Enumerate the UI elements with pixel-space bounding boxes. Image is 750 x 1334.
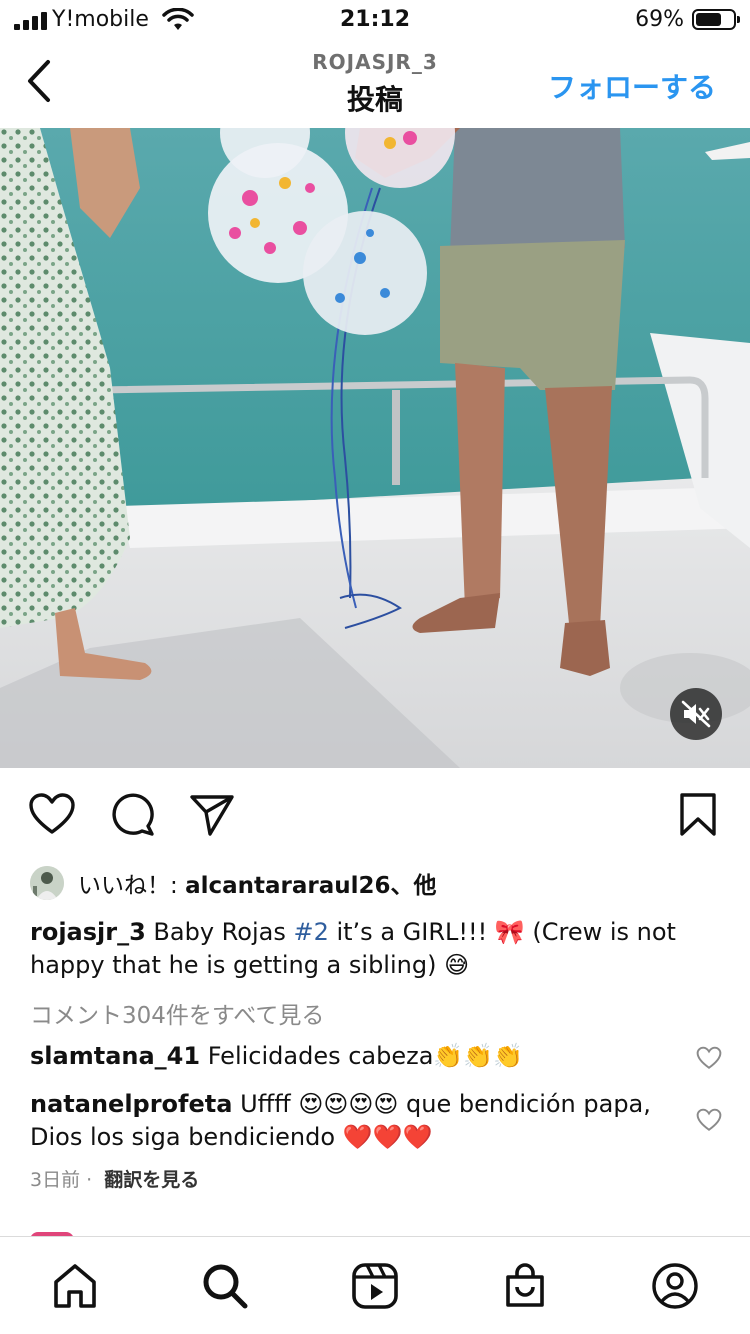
liker-avatar[interactable] — [30, 866, 64, 900]
video-frame — [0, 128, 750, 768]
likes-prefix: いいね！: — [78, 873, 186, 899]
mute-toggle[interactable] — [670, 688, 722, 740]
profile-icon[interactable] — [650, 1261, 700, 1311]
caption-username[interactable]: rojasjr_3 — [30, 918, 146, 946]
speaker-muted-icon — [681, 700, 711, 728]
reels-icon[interactable] — [350, 1261, 400, 1311]
action-bar — [0, 786, 750, 846]
view-all-comments-link[interactable]: コメント304件をすべて見る — [30, 996, 324, 1030]
comment-text: Felicidades cabeza👏👏👏 — [200, 1042, 524, 1070]
comment-item: natanelprofeta Uffff 😍😍😍😍 que bendición … — [30, 1088, 680, 1154]
follow-button[interactable]: フォローする — [548, 66, 716, 106]
battery-icon — [692, 9, 740, 30]
likes-others[interactable]: 、他 — [391, 873, 437, 899]
comment-like-heart-icon[interactable] — [696, 1108, 722, 1132]
post-video[interactable] — [0, 128, 750, 768]
home-icon[interactable] — [50, 1261, 100, 1311]
battery-percent: 69% — [635, 7, 684, 32]
send-icon[interactable] — [188, 792, 236, 838]
heart-icon[interactable] — [28, 792, 76, 836]
likes-summary[interactable]: いいね！: alcantararaul26、他 — [30, 866, 437, 900]
status-bar: Y!mobile 21:12 69% — [0, 0, 750, 40]
search-icon[interactable] — [200, 1261, 250, 1311]
post-header: ROJASJR_3 投稿 フォローする — [0, 40, 750, 128]
likes-text: いいね！: alcantararaul26、他 — [78, 866, 437, 900]
post-caption: rojasjr_3 Baby Rojas #2 it’s a GIRL!!! 🎀… — [30, 916, 730, 982]
post-age: 3日前 — [30, 1169, 81, 1191]
battery-fill — [696, 13, 721, 26]
comment-icon[interactable] — [108, 792, 156, 838]
post-meta: 3日前 · 翻訳を見る — [30, 1165, 199, 1192]
translate-link[interactable]: 翻訳を見る — [104, 1169, 199, 1191]
comment-username[interactable]: slamtana_41 — [30, 1042, 200, 1070]
liker-username[interactable]: alcantararaul26 — [185, 873, 390, 899]
caption-hashtag[interactable]: #2 — [293, 918, 328, 946]
bookmark-icon[interactable] — [678, 792, 718, 838]
shop-icon[interactable] — [500, 1261, 550, 1311]
caption-text-before: Baby Rojas — [145, 918, 294, 946]
comment-like-heart-icon[interactable] — [696, 1046, 722, 1070]
bottom-tab-bar — [0, 1236, 750, 1334]
meta-separator: · — [80, 1169, 99, 1191]
comment-item: slamtana_41 Felicidades cabeza👏👏👏 — [30, 1040, 680, 1073]
comment-username[interactable]: natanelprofeta — [30, 1090, 232, 1118]
